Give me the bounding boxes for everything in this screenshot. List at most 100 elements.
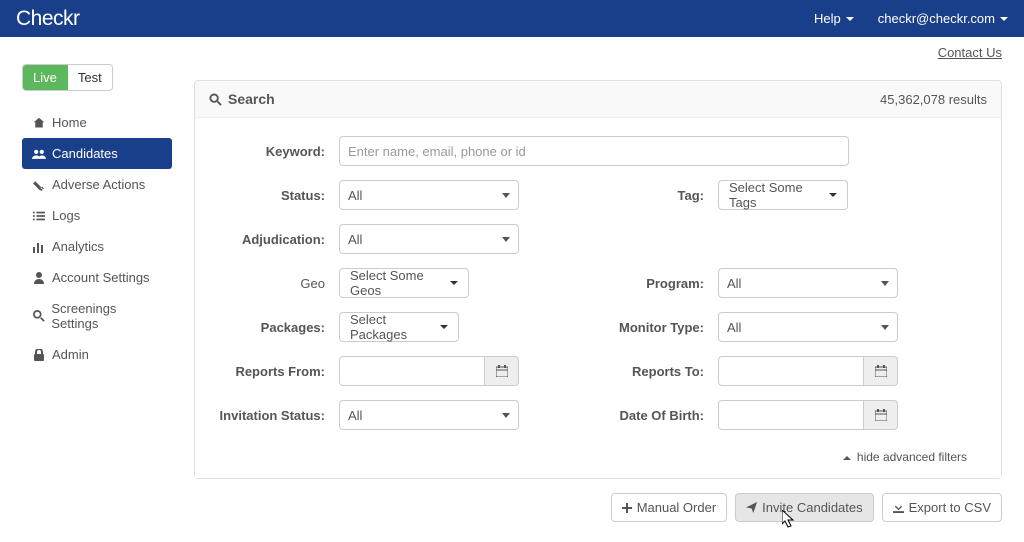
hide-advanced-filters-link[interactable]: hide advanced filters bbox=[219, 444, 977, 468]
invite-candidates-label: Invite Candidates bbox=[762, 500, 862, 515]
manual-order-button[interactable]: Manual Order bbox=[611, 493, 727, 522]
list-icon bbox=[32, 211, 46, 221]
search-icon bbox=[32, 310, 45, 322]
nav-adverse[interactable]: Adverse Actions bbox=[22, 169, 172, 200]
label-reports-from: Reports From: bbox=[219, 364, 339, 379]
keyword-input[interactable] bbox=[339, 136, 849, 166]
reports-to-calendar-button[interactable] bbox=[864, 356, 898, 386]
hide-filters-label: hide advanced filters bbox=[857, 450, 967, 464]
label-tag: Tag: bbox=[598, 188, 718, 203]
nav-screenings[interactable]: Screenings Settings bbox=[22, 293, 172, 339]
nav-admin[interactable]: Admin bbox=[22, 339, 172, 370]
help-label: Help bbox=[814, 11, 841, 26]
caret-down-icon bbox=[1000, 17, 1008, 21]
label-program: Program: bbox=[598, 276, 718, 291]
program-value: All bbox=[727, 276, 741, 291]
invitation-status-select[interactable]: All bbox=[339, 400, 519, 430]
nav-candidates-label: Candidates bbox=[52, 146, 118, 161]
user-menu[interactable]: checkr@checkr.com bbox=[878, 11, 1008, 26]
label-keyword: Keyword: bbox=[219, 144, 339, 159]
chevron-down-icon bbox=[502, 193, 510, 198]
brand-logo: Checkr bbox=[16, 7, 80, 31]
topbar: Checkr Help checkr@checkr.com bbox=[0, 0, 1024, 37]
action-buttons: Manual Order Invite Candidates Export to… bbox=[194, 493, 1002, 522]
dob-calendar-button[interactable] bbox=[864, 400, 898, 430]
nav-logs[interactable]: Logs bbox=[22, 200, 172, 231]
packages-value: Select Packages bbox=[350, 312, 434, 342]
nav-candidates[interactable]: Candidates bbox=[22, 138, 172, 169]
label-adjudication: Adjudication: bbox=[219, 232, 339, 247]
invite-candidates-button[interactable]: Invite Candidates bbox=[735, 493, 873, 522]
chevron-down-icon bbox=[502, 237, 510, 242]
label-geo: Geo bbox=[219, 276, 339, 291]
tab-test[interactable]: Test bbox=[68, 65, 112, 90]
nav-account[interactable]: Account Settings bbox=[22, 262, 172, 293]
nav-adverse-label: Adverse Actions bbox=[52, 177, 145, 192]
calendar-icon bbox=[496, 365, 508, 377]
caret-down-icon bbox=[440, 325, 448, 329]
adjudication-select[interactable]: All bbox=[339, 224, 519, 254]
manual-order-label: Manual Order bbox=[637, 500, 716, 515]
nav-home[interactable]: Home bbox=[22, 107, 172, 138]
chevron-up-icon bbox=[843, 456, 851, 460]
status-select[interactable]: All bbox=[339, 180, 519, 210]
program-select[interactable]: All bbox=[718, 268, 898, 298]
chevron-down-icon bbox=[881, 325, 889, 330]
tab-live[interactable]: Live bbox=[23, 65, 68, 90]
nav-logs-label: Logs bbox=[52, 208, 80, 223]
label-dob: Date Of Birth: bbox=[598, 408, 718, 423]
nav-screenings-label: Screenings Settings bbox=[51, 301, 162, 331]
home-icon bbox=[32, 117, 46, 129]
nav-home-label: Home bbox=[52, 115, 87, 130]
caret-down-icon bbox=[450, 281, 458, 285]
users-icon bbox=[32, 148, 46, 160]
contact-us-link[interactable]: Contact Us bbox=[938, 45, 1002, 60]
search-panel: Search 45,362,078 results Keyword: bbox=[194, 80, 1002, 479]
send-icon bbox=[746, 502, 757, 513]
reports-to-input[interactable] bbox=[718, 356, 864, 386]
dob-input[interactable] bbox=[718, 400, 864, 430]
nav-analytics[interactable]: Analytics bbox=[22, 231, 172, 262]
reports-from-input[interactable] bbox=[339, 356, 485, 386]
sidebar-nav: Home Candidates Adverse Actions Logs bbox=[22, 107, 172, 370]
label-invitation-status: Invitation Status: bbox=[219, 408, 339, 423]
lock-icon bbox=[32, 349, 46, 361]
geo-select[interactable]: Select Some Geos bbox=[339, 268, 469, 298]
reports-from-calendar-button[interactable] bbox=[485, 356, 519, 386]
nav-analytics-label: Analytics bbox=[52, 239, 104, 254]
chevron-down-icon bbox=[502, 413, 510, 418]
user-icon bbox=[32, 272, 46, 284]
label-reports-to: Reports To: bbox=[598, 364, 718, 379]
wrench-icon bbox=[32, 179, 46, 191]
env-tabs: Live Test bbox=[22, 64, 113, 91]
adjudication-value: All bbox=[348, 232, 362, 247]
search-title: Search bbox=[228, 91, 275, 107]
invitation-status-value: All bbox=[348, 408, 362, 423]
tag-select[interactable]: Select Some Tags bbox=[718, 180, 848, 210]
export-csv-label: Export to CSV bbox=[909, 500, 991, 515]
user-email: checkr@checkr.com bbox=[878, 11, 995, 26]
caret-down-icon bbox=[846, 17, 854, 21]
export-csv-button[interactable]: Export to CSV bbox=[882, 493, 1002, 522]
plus-icon bbox=[622, 503, 632, 513]
help-menu[interactable]: Help bbox=[814, 11, 854, 26]
chevron-down-icon bbox=[881, 281, 889, 286]
label-packages: Packages: bbox=[219, 320, 339, 335]
status-value: All bbox=[348, 188, 362, 203]
calendar-icon bbox=[875, 365, 887, 377]
nav-admin-label: Admin bbox=[52, 347, 89, 362]
tag-value: Select Some Tags bbox=[729, 180, 823, 210]
label-status: Status: bbox=[219, 188, 339, 203]
geo-value: Select Some Geos bbox=[350, 268, 444, 298]
packages-select[interactable]: Select Packages bbox=[339, 312, 459, 342]
label-monitor-type: Monitor Type: bbox=[598, 320, 718, 335]
results-count: 45,362,078 results bbox=[880, 92, 987, 107]
download-icon bbox=[893, 502, 904, 513]
caret-down-icon bbox=[829, 193, 837, 197]
calendar-icon bbox=[875, 409, 887, 421]
search-icon bbox=[209, 93, 222, 106]
monitor-type-value: All bbox=[727, 320, 741, 335]
monitor-type-select[interactable]: All bbox=[718, 312, 898, 342]
nav-account-label: Account Settings bbox=[52, 270, 150, 285]
chart-icon bbox=[32, 241, 46, 253]
